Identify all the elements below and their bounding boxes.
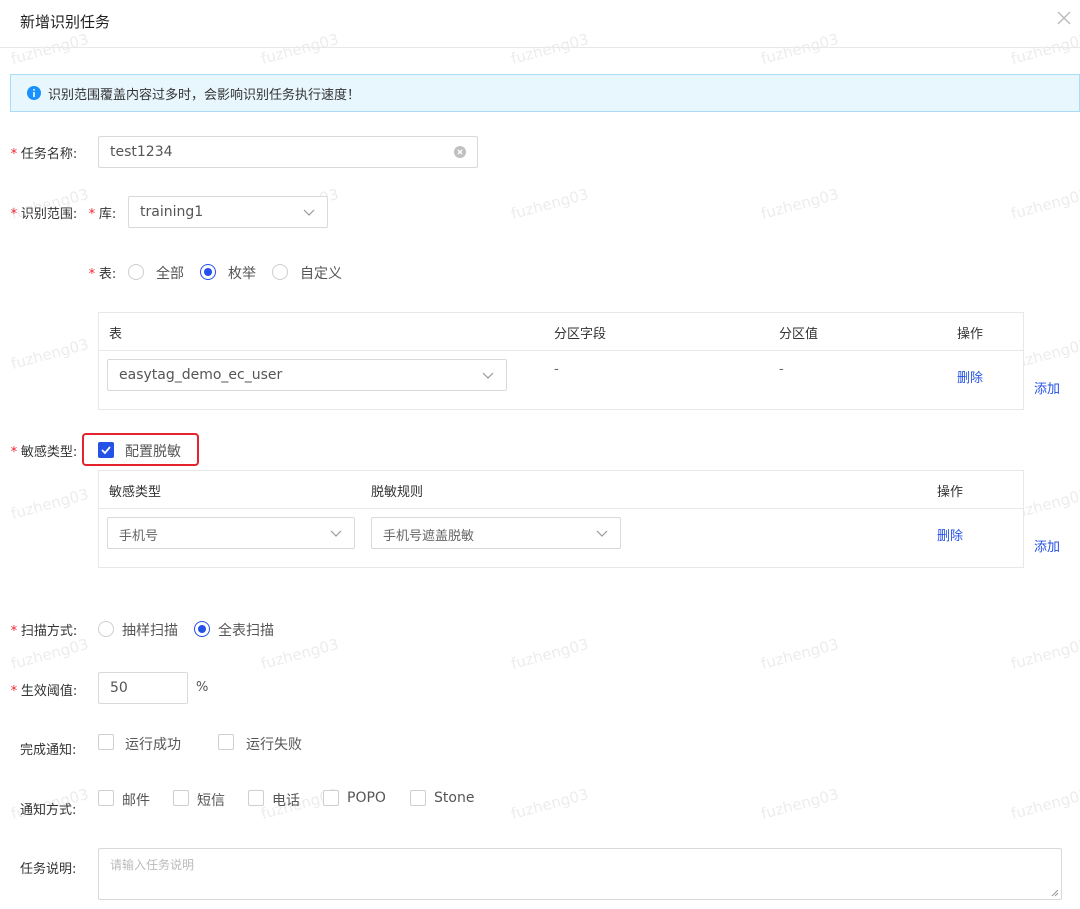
watermark-text: fuzheng03	[259, 635, 341, 673]
db-select-value: training1	[140, 204, 204, 220]
watermark-text: fuzheng03	[759, 785, 841, 823]
task-name-label: * 任务名称:	[10, 147, 78, 162]
table-select-value: easytag_demo_ec_user	[119, 367, 283, 383]
table-scope-radio-enum[interactable]	[200, 264, 216, 280]
notify-popo-label: POPO	[347, 790, 386, 806]
watermark-text: fuzheng03	[509, 185, 591, 223]
chevron-down-icon	[330, 530, 342, 537]
watermark-text: fuzheng03	[1009, 785, 1080, 823]
table-scope-all-label: 全部	[156, 266, 184, 282]
delete-table-row-link[interactable]: 删除	[957, 367, 983, 386]
threshold-unit: %	[196, 680, 209, 695]
db-select[interactable]: training1	[128, 196, 328, 228]
description-textarea[interactable]: 请输入任务说明	[98, 848, 1062, 900]
modal-title: 新增识别任务	[20, 13, 111, 31]
notify-phone-checkbox[interactable]	[248, 790, 264, 806]
clear-icon[interactable]	[454, 146, 466, 158]
close-icon[interactable]	[1056, 10, 1072, 26]
notify-success-label: 运行成功	[125, 737, 181, 753]
watermark-text: fuzheng03	[9, 635, 91, 673]
chevron-down-icon	[482, 372, 494, 379]
masking-checkbox-label: 配置脱敏	[125, 444, 181, 460]
table-scope-enum-label: 枚举	[228, 266, 256, 282]
table-scope-custom-label: 自定义	[300, 266, 342, 282]
table-scope-label: * 表:	[88, 267, 117, 282]
task-name-input[interactable]: test1234	[98, 136, 478, 168]
col-action: 操作	[937, 485, 964, 500]
completion-notify-label: 完成通知:	[20, 743, 77, 758]
notify-email-label: 邮件	[122, 793, 150, 809]
notify-stone-checkbox[interactable]	[410, 790, 426, 806]
watermark-text: fuzheng03	[9, 485, 91, 523]
threshold-label: * 生效阈值:	[10, 684, 78, 699]
scope-table: 表 分区字段 分区值 操作 easytag_demo_ec_user - - 删…	[98, 312, 1024, 410]
table-select[interactable]: easytag_demo_ec_user	[107, 359, 507, 391]
notify-email-checkbox[interactable]	[98, 790, 114, 806]
watermark-text: fuzheng03	[509, 785, 591, 823]
col-partition-value: 分区值	[779, 327, 819, 342]
sensitive-table-header: 敏感类型 脱敏规则 操作	[99, 471, 1023, 509]
info-icon	[27, 86, 41, 100]
watermark-text: fuzheng03	[9, 335, 91, 373]
alert-text: 识别范围覆盖内容过多时，会影响识别任务执行速度！	[48, 88, 361, 103]
scope-table-header: 表 分区字段 分区值 操作	[99, 313, 1023, 351]
watermark-text: fuzheng03	[759, 185, 841, 223]
delete-sensitive-row-link[interactable]: 删除	[937, 525, 963, 544]
description-placeholder: 请输入任务说明	[110, 858, 195, 872]
info-alert: 识别范围覆盖内容过多时，会影响识别任务执行速度！	[10, 74, 1080, 112]
table-scope-radio-custom[interactable]	[272, 264, 288, 280]
scan-full-label: 全表扫描	[218, 623, 274, 639]
col-action: 操作	[957, 327, 984, 342]
task-name-value: test1234	[110, 144, 173, 160]
watermark-text: fuzheng03	[1009, 185, 1080, 223]
description-label: 任务说明:	[20, 862, 77, 877]
modal-header: 新增识别任务	[0, 0, 1080, 48]
masking-checkbox[interactable]	[98, 442, 114, 458]
col-table: 表	[109, 327, 123, 342]
notify-popo-checkbox[interactable]	[323, 790, 339, 806]
notify-sms-checkbox[interactable]	[173, 790, 189, 806]
db-label: * 库:	[88, 207, 117, 222]
threshold-value: 50	[110, 680, 128, 696]
scan-mode-label: * 扫描方式:	[10, 624, 78, 639]
sensitive-type-value: 手机号	[119, 529, 159, 544]
scan-radio-full[interactable]	[194, 621, 210, 637]
table-scope-radio-all[interactable]	[128, 264, 144, 280]
sensitive-type-select[interactable]: 手机号	[107, 517, 355, 549]
scan-sample-label: 抽样扫描	[122, 623, 178, 639]
resize-handle-icon[interactable]	[1051, 889, 1059, 897]
notify-success-checkbox[interactable]	[98, 734, 114, 750]
col-sensitive-type: 敏感类型	[109, 485, 162, 500]
masking-rule-value: 手机号遮盖脱敏	[383, 529, 475, 544]
watermark-text: fuzheng03	[1009, 635, 1080, 673]
notify-phone-label: 电话	[272, 793, 300, 809]
col-masking-rule: 脱敏规则	[371, 485, 424, 500]
check-icon	[101, 446, 111, 455]
chevron-down-icon	[303, 209, 315, 216]
scan-radio-sample[interactable]	[98, 621, 114, 637]
col-partition-field: 分区字段	[554, 327, 607, 342]
scope-label: * 识别范围:	[10, 207, 78, 222]
notify-stone-label: Stone	[434, 790, 475, 806]
partition-field-value: -	[554, 362, 559, 377]
notify-failure-checkbox[interactable]	[218, 734, 234, 750]
notify-method-label: 通知方式:	[20, 803, 77, 818]
add-sensitive-row-link[interactable]: 添加	[1034, 536, 1060, 555]
watermark-text: fuzheng03	[759, 635, 841, 673]
add-table-row-link[interactable]: 添加	[1034, 378, 1060, 397]
notify-failure-label: 运行失败	[246, 737, 302, 753]
notify-sms-label: 短信	[197, 793, 225, 809]
watermark-text: fuzheng03	[509, 635, 591, 673]
masking-rule-select[interactable]: 手机号遮盖脱敏	[371, 517, 621, 549]
partition-value-value: -	[779, 362, 784, 377]
threshold-input[interactable]: 50	[98, 672, 188, 704]
chevron-down-icon	[596, 530, 608, 537]
sensitive-table: 敏感类型 脱敏规则 操作 手机号 手机号遮盖脱敏 删除	[98, 470, 1024, 568]
sensitive-type-label: * 敏感类型:	[10, 445, 78, 460]
